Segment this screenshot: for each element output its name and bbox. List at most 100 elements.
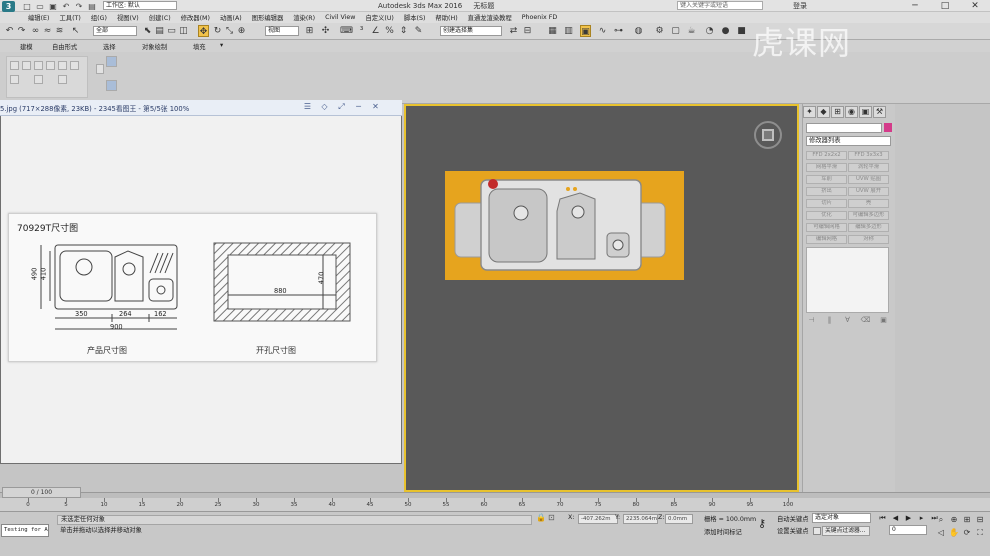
polygon-mode-button[interactable] xyxy=(58,61,67,70)
rendered-frame-window-icon[interactable]: ▢ xyxy=(670,25,681,37)
modifier-turbosmooth-button[interactable]: 涡轮平滑 xyxy=(848,163,889,172)
show-end-result-button[interactable] xyxy=(34,75,43,84)
menu-edit[interactable]: 编辑(E) xyxy=(28,13,50,22)
display-tab-icon[interactable]: ▣ xyxy=(859,106,872,118)
scene-explorer-icon[interactable]: ▥ xyxy=(563,25,574,37)
edit-poly-button[interactable] xyxy=(10,61,19,70)
menu-civil-view[interactable]: Civil View xyxy=(325,14,355,21)
edge-mode-button[interactable] xyxy=(34,61,43,70)
add-time-tag-button[interactable]: 添加时间标记 xyxy=(704,527,742,536)
new-file-icon[interactable]: □ xyxy=(22,2,32,11)
viewer-pin-icon[interactable]: ◇ xyxy=(320,102,329,112)
select-and-place-icon[interactable]: ⊕ xyxy=(236,25,247,37)
perspective-viewport[interactable] xyxy=(404,104,799,492)
vray-frame-buffer-icon[interactable]: ■ xyxy=(736,25,747,37)
modifier-unwrap-uvw-button[interactable]: UVW 展开 xyxy=(848,187,889,196)
pan-icon[interactable]: ✋ xyxy=(948,527,960,538)
link-icon[interactable]: ∞ xyxy=(30,25,41,37)
ribbon-side-button[interactable] xyxy=(96,64,104,74)
menu-help[interactable]: 帮助(H) xyxy=(435,13,457,22)
pivot-center-icon[interactable]: ⊞ xyxy=(304,25,315,37)
layer-manager-icon[interactable]: ▦ xyxy=(547,25,558,37)
modifier-lathe-button[interactable]: 车削 xyxy=(806,175,847,184)
select-manipulate-icon[interactable]: ✣ xyxy=(320,25,331,37)
undo-icon[interactable]: ↶ xyxy=(61,2,71,11)
menu-render-tutorial[interactable]: 直通龙渲染教程 xyxy=(468,13,512,22)
auto-key-button[interactable]: 自动关键点 xyxy=(777,514,808,523)
app-logo-icon[interactable]: 3 xyxy=(2,1,15,12)
modifier-editable-poly-button[interactable]: 可编辑多边形 xyxy=(848,211,889,220)
material-editor-icon[interactable]: ◍ xyxy=(633,25,644,37)
schematic-view-icon[interactable]: ⊶ xyxy=(613,25,624,37)
render-setup-icon[interactable]: ⚙ xyxy=(654,25,665,37)
tab-object-paint[interactable]: 对象绘制 xyxy=(142,42,167,51)
viewer-close-icon[interactable]: ✕ xyxy=(371,102,380,112)
menu-rendering[interactable]: 渲染(R) xyxy=(293,13,315,22)
object-color-swatch[interactable] xyxy=(884,123,892,132)
angle-snap-icon[interactable]: ∠ xyxy=(370,25,381,37)
modifier-slice-button[interactable]: 切片 xyxy=(806,199,847,208)
window-crossing-icon[interactable]: ◫ xyxy=(178,25,189,37)
modify-mode-button[interactable] xyxy=(58,75,67,84)
modifier-extrude-button[interactable]: 挤出 xyxy=(806,187,847,196)
tab-selection[interactable]: 选择 xyxy=(103,42,116,51)
modifier-optimize-button[interactable]: 优化 xyxy=(806,211,847,220)
x-coordinate-field[interactable]: -407.262m xyxy=(578,514,618,524)
select-object-icon[interactable]: ↖ xyxy=(70,25,81,37)
field-of-view-icon[interactable]: ◁ xyxy=(935,527,947,538)
motion-tab-icon[interactable]: ◉ xyxy=(845,106,858,118)
close-icon[interactable]: ✕ xyxy=(960,0,990,12)
object-name-field[interactable] xyxy=(806,123,882,133)
border-mode-button[interactable] xyxy=(46,61,55,70)
undo-icon[interactable]: ↶ xyxy=(4,25,15,37)
modifier-editable-mesh-button[interactable]: 可编辑网格 xyxy=(806,223,847,232)
select-icon[interactable]: ⬉ xyxy=(142,25,153,37)
key-filters-button[interactable]: 关键点过滤器... xyxy=(822,526,870,536)
show-end-result-icon[interactable]: ‖ xyxy=(824,316,835,325)
render-iterative-icon[interactable]: ◔ xyxy=(704,25,715,37)
tab-freeform[interactable]: 自由形式 xyxy=(52,42,77,51)
menu-customize[interactable]: 自定义(U) xyxy=(365,13,393,22)
set-key-button[interactable]: 设置关键点 xyxy=(777,526,808,535)
play-icon[interactable]: ▶ xyxy=(903,513,914,523)
rectangle-selection-icon[interactable]: ▭ xyxy=(166,25,177,37)
unlink-icon[interactable]: ≈ xyxy=(42,25,53,37)
edit-named-selections-icon[interactable]: ✎ xyxy=(413,25,424,37)
lock-selection-icon[interactable]: 🔒 xyxy=(536,513,546,522)
next-frame-icon[interactable]: ▸ xyxy=(916,513,927,523)
modifier-edit-poly-button[interactable]: 编辑多边形 xyxy=(848,223,889,232)
menu-create[interactable]: 创建(C) xyxy=(149,13,171,22)
create-tab-icon[interactable]: ✦ xyxy=(803,106,816,118)
z-coordinate-field[interactable]: 0.0mm xyxy=(665,514,693,524)
help-search-input[interactable]: 键入关键字或短语 xyxy=(677,1,763,10)
collapse-stack-button[interactable] xyxy=(10,75,19,84)
orbit-icon[interactable]: ⟳ xyxy=(961,527,973,538)
select-and-scale-icon[interactable]: ⤡ xyxy=(224,25,235,37)
tab-modeling[interactable]: 建模 xyxy=(20,42,33,51)
modifier-edit-mesh-button[interactable]: 编辑网格 xyxy=(806,235,847,244)
workspace-dropdown[interactable]: 工作区: 默认 xyxy=(103,1,177,10)
viewer-minimize-icon[interactable]: ─ xyxy=(354,102,363,112)
make-unique-icon[interactable]: ∀ xyxy=(842,316,853,325)
menu-graph-editors[interactable]: 图形编辑器 xyxy=(252,13,283,22)
hierarchy-tab-icon[interactable]: ⊞ xyxy=(831,106,844,118)
menu-views[interactable]: 视图(V) xyxy=(117,13,139,22)
minimize-icon[interactable]: ─ xyxy=(900,0,930,12)
tab-populate[interactable]: 填充 xyxy=(193,42,206,51)
percent-snap-icon[interactable]: % xyxy=(384,25,395,37)
set-key-checkbox[interactable] xyxy=(813,527,821,535)
bind-space-warp-icon[interactable]: ≋ xyxy=(54,25,65,37)
zoom-icon[interactable]: ⌕ xyxy=(935,514,947,525)
maximize-viewport-icon[interactable]: ⛶ xyxy=(974,527,986,538)
remove-modifier-icon[interactable]: ⌫ xyxy=(860,316,871,325)
maximize-icon[interactable]: □ xyxy=(930,0,960,12)
track-bar-ruler[interactable]: 0 5 10 15 20 25 30 35 40 45 50 55 60 65 70 75 80 85 90 95 10… xyxy=(0,498,990,512)
vray-render-icon[interactable]: ● xyxy=(720,25,731,37)
zoom-extents-all-icon[interactable]: ⊟ xyxy=(974,514,986,525)
render-production-icon[interactable]: ☕ xyxy=(686,25,697,37)
utilities-tab-icon[interactable]: ⚒ xyxy=(873,106,886,118)
modifier-meshsmooth-button[interactable]: 网格平滑 xyxy=(806,163,847,172)
modifier-stack-list[interactable] xyxy=(806,247,889,313)
relative-mode-icon[interactable]: ⊡ xyxy=(548,513,555,522)
modifier-ffd-3x3x3-button[interactable]: FFD 3x3x3 xyxy=(848,151,889,160)
